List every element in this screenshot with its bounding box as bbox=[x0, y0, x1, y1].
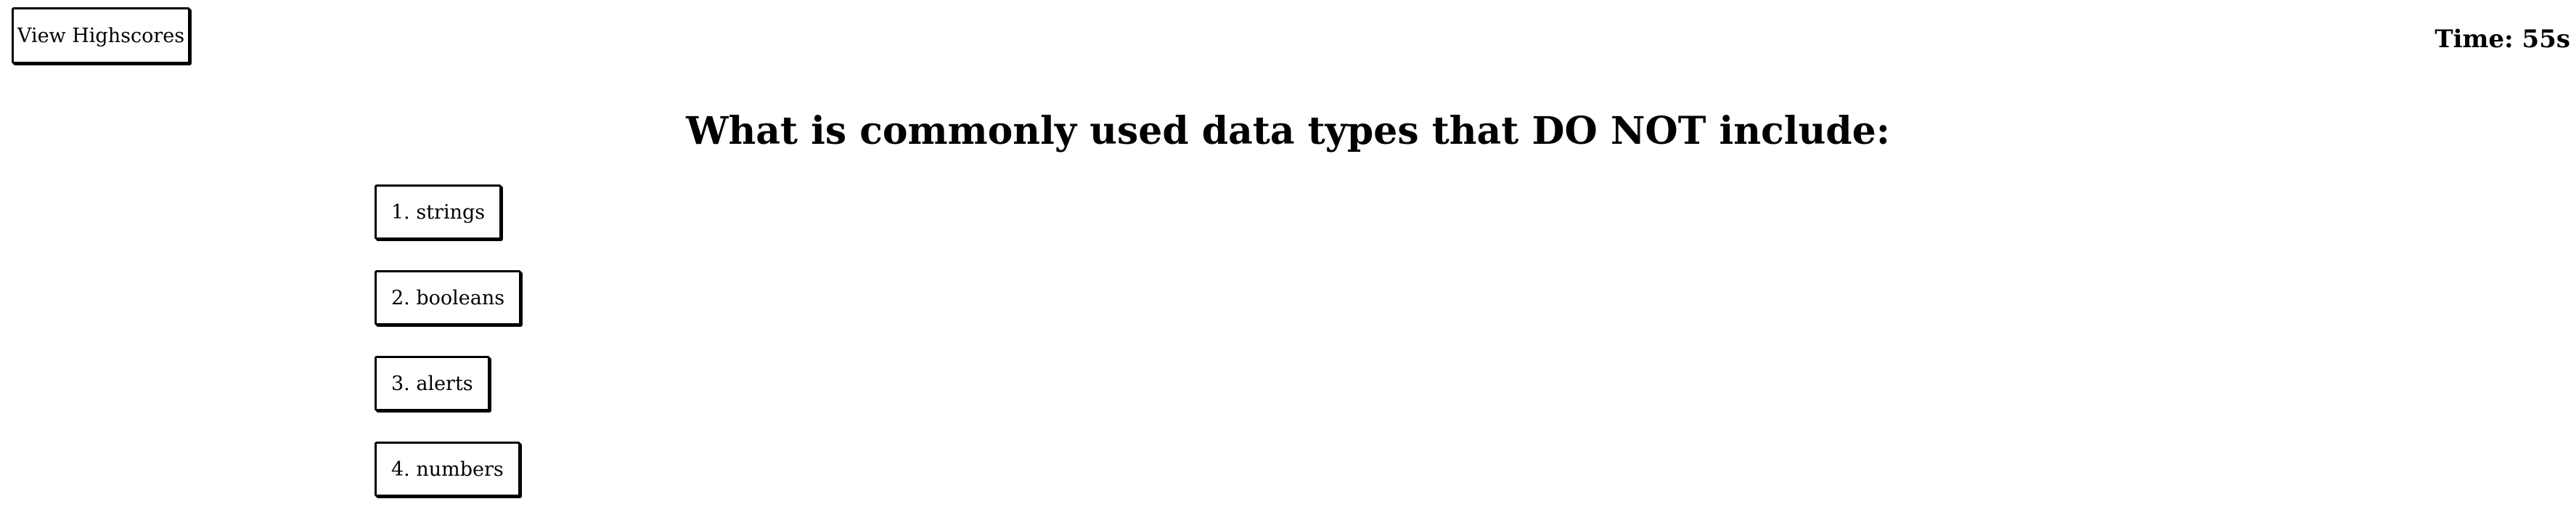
question-title: What is commonly used data types that DO… bbox=[686, 109, 1890, 153]
answer-button-booleans[interactable]: 2. booleans bbox=[375, 270, 522, 325]
timer-display: Time: 55s bbox=[2434, 25, 2570, 54]
answer-button-numbers[interactable]: 4. numbers bbox=[375, 442, 520, 497]
answer-button-alerts[interactable]: 3. alerts bbox=[375, 356, 490, 411]
answer-button-strings[interactable]: 1. strings bbox=[375, 184, 502, 240]
view-highscores-button[interactable]: View Highscores bbox=[12, 7, 190, 64]
quiz-page: View Highscores Time: 55s What is common… bbox=[0, 0, 2576, 528]
